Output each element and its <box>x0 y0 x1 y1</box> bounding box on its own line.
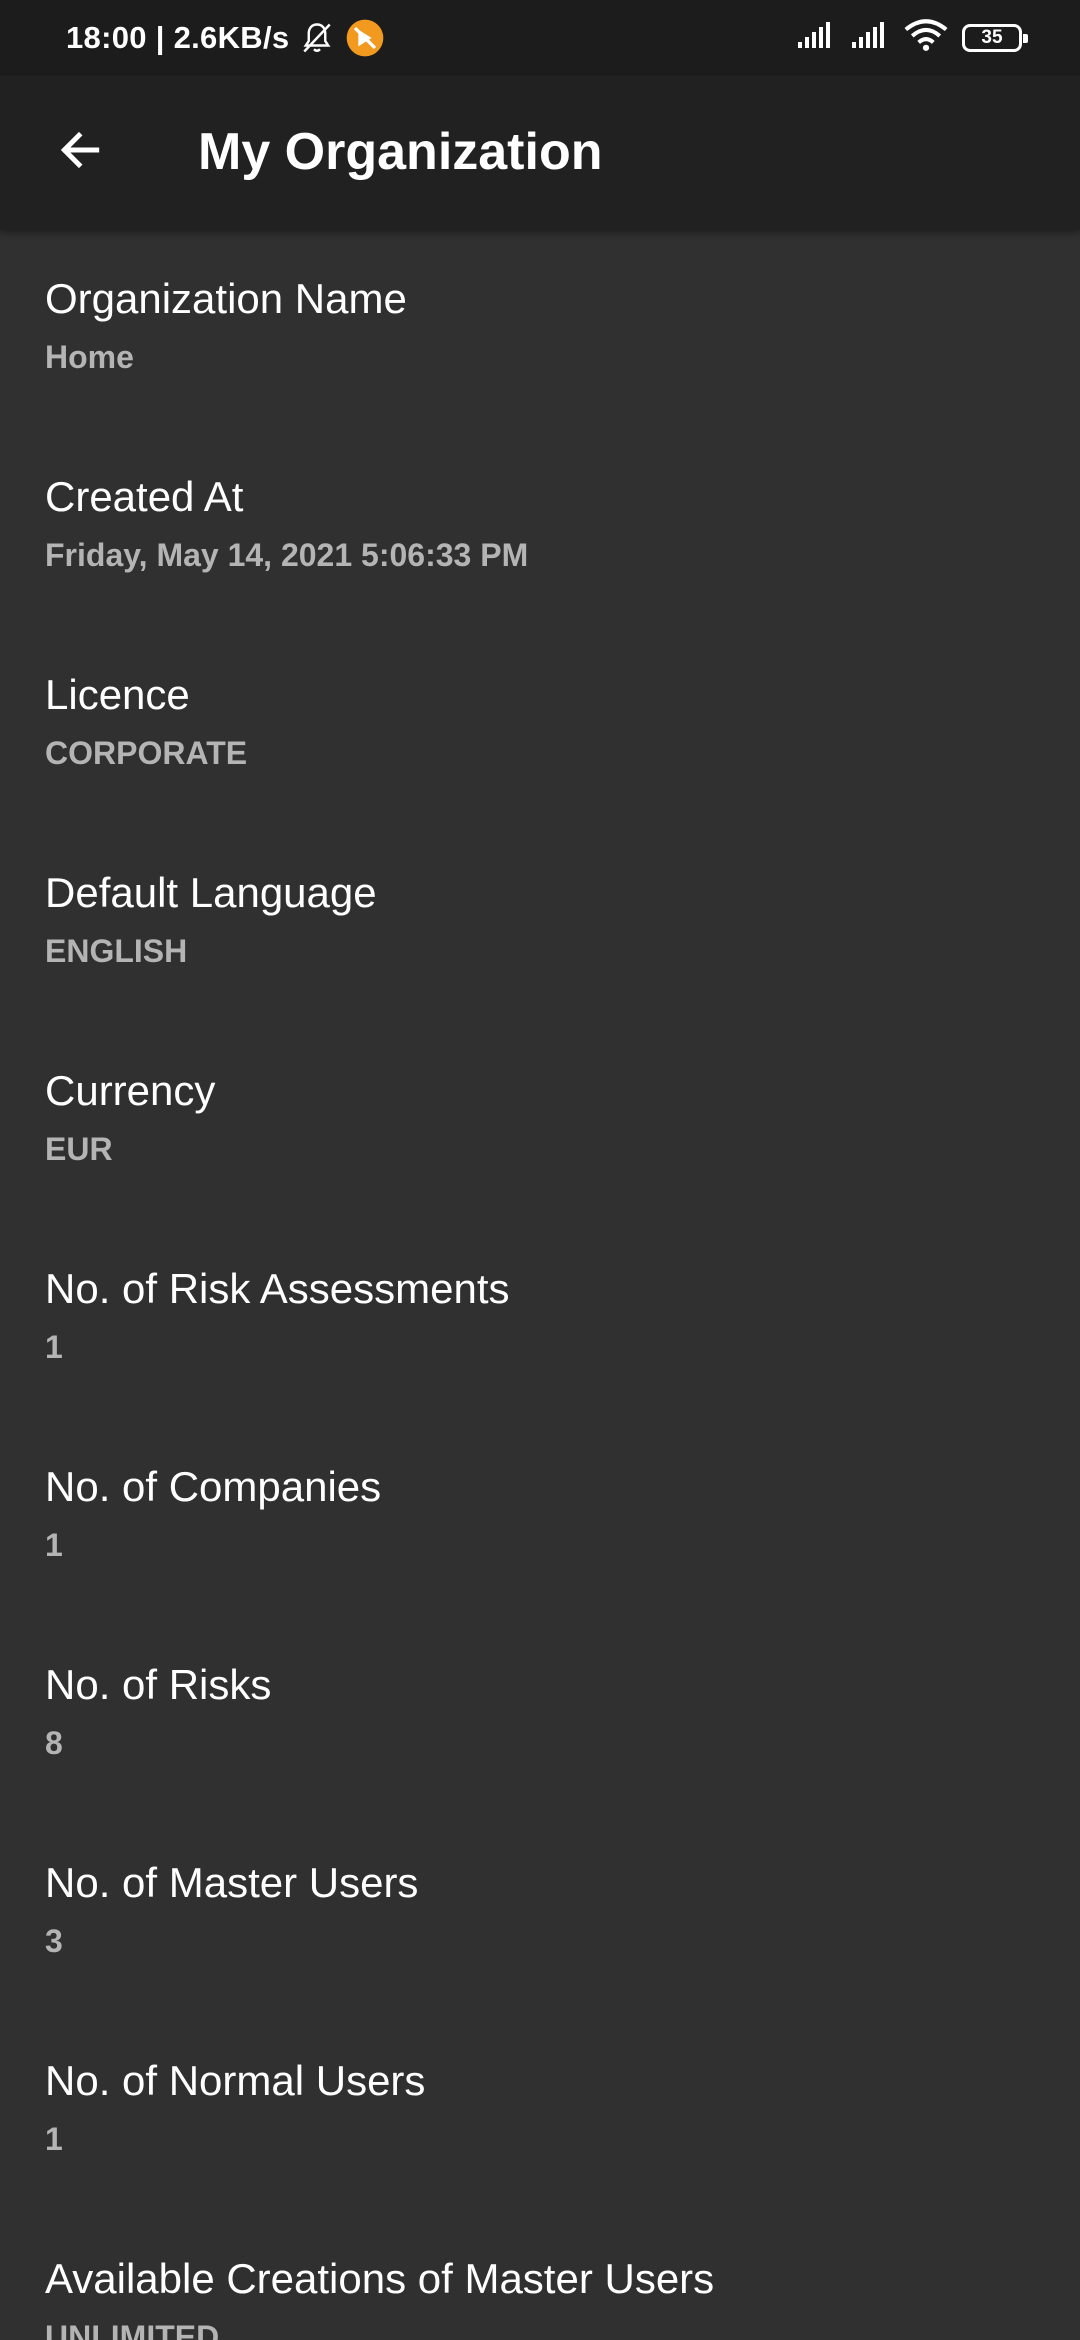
field-label: Available Creations of Master Users <box>45 2255 715 2302</box>
field-created-at: Created At Friday, May 14, 2021 5:06:33 … <box>0 428 1080 626</box>
field-licence: Licence CORPORATE <box>0 626 1080 824</box>
field-label: Licence <box>45 671 190 718</box>
field-value: 8 <box>45 1725 63 1761</box>
status-left: 18:00 | 2.6KB/s <box>66 0 385 75</box>
field-label: No. of Risk Assessments <box>45 1265 510 1312</box>
field-normal-users: No. of Normal Users 1 <box>0 2012 1080 2210</box>
status-time-speed: 18:00 | 2.6KB/s <box>66 19 290 55</box>
arrow-left-icon <box>55 125 105 180</box>
field-label: Currency <box>45 1067 216 1114</box>
battery-icon: 35 <box>962 23 1028 52</box>
field-label: Created At <box>45 473 244 520</box>
field-value: ENGLISH <box>45 933 188 969</box>
field-default-language: Default Language ENGLISH <box>0 824 1080 1022</box>
bell-off-icon <box>299 20 335 56</box>
field-value: UNLIMITED <box>45 2319 220 2340</box>
status-right: 35 <box>796 0 1028 75</box>
field-value: 1 <box>45 2121 63 2157</box>
field-label: No. of Companies <box>45 1463 382 1510</box>
field-value: Friday, May 14, 2021 5:06:33 PM <box>45 537 529 573</box>
status-bar: 18:00 | 2.6KB/s 35 <box>0 0 1080 75</box>
field-label: No. of Risks <box>45 1661 272 1708</box>
field-risks: No. of Risks 8 <box>0 1616 1080 1814</box>
app-bar: My Organization <box>0 75 1080 230</box>
field-risk-assessments: No. of Risk Assessments 1 <box>0 1220 1080 1418</box>
app-notification-icon <box>345 18 385 58</box>
field-companies: No. of Companies 1 <box>0 1418 1080 1616</box>
field-currency: Currency EUR <box>0 1022 1080 1220</box>
wifi-icon <box>904 18 948 57</box>
back-button[interactable] <box>40 112 120 192</box>
field-label: No. of Master Users <box>45 1859 419 1906</box>
field-value: 1 <box>45 1527 63 1563</box>
signal-icon <box>850 20 890 55</box>
field-label: No. of Normal Users <box>45 2057 426 2104</box>
page-title: My Organization <box>198 123 603 181</box>
field-organization-name: Organization Name Home <box>0 230 1080 428</box>
field-value: EUR <box>45 1131 113 1167</box>
field-label: Organization Name <box>45 275 407 322</box>
field-value: CORPORATE <box>45 735 248 771</box>
field-value: Home <box>45 339 134 375</box>
organization-details-list[interactable]: Organization Name Home Created At Friday… <box>0 230 1080 2340</box>
field-available-master-users: Available Creations of Master Users UNLI… <box>0 2210 1080 2340</box>
field-label: Default Language <box>45 869 377 916</box>
field-value: 3 <box>45 1923 63 1959</box>
field-value: 1 <box>45 1329 63 1365</box>
field-master-users: No. of Master Users 3 <box>0 1814 1080 2012</box>
signal-icon <box>796 20 836 55</box>
